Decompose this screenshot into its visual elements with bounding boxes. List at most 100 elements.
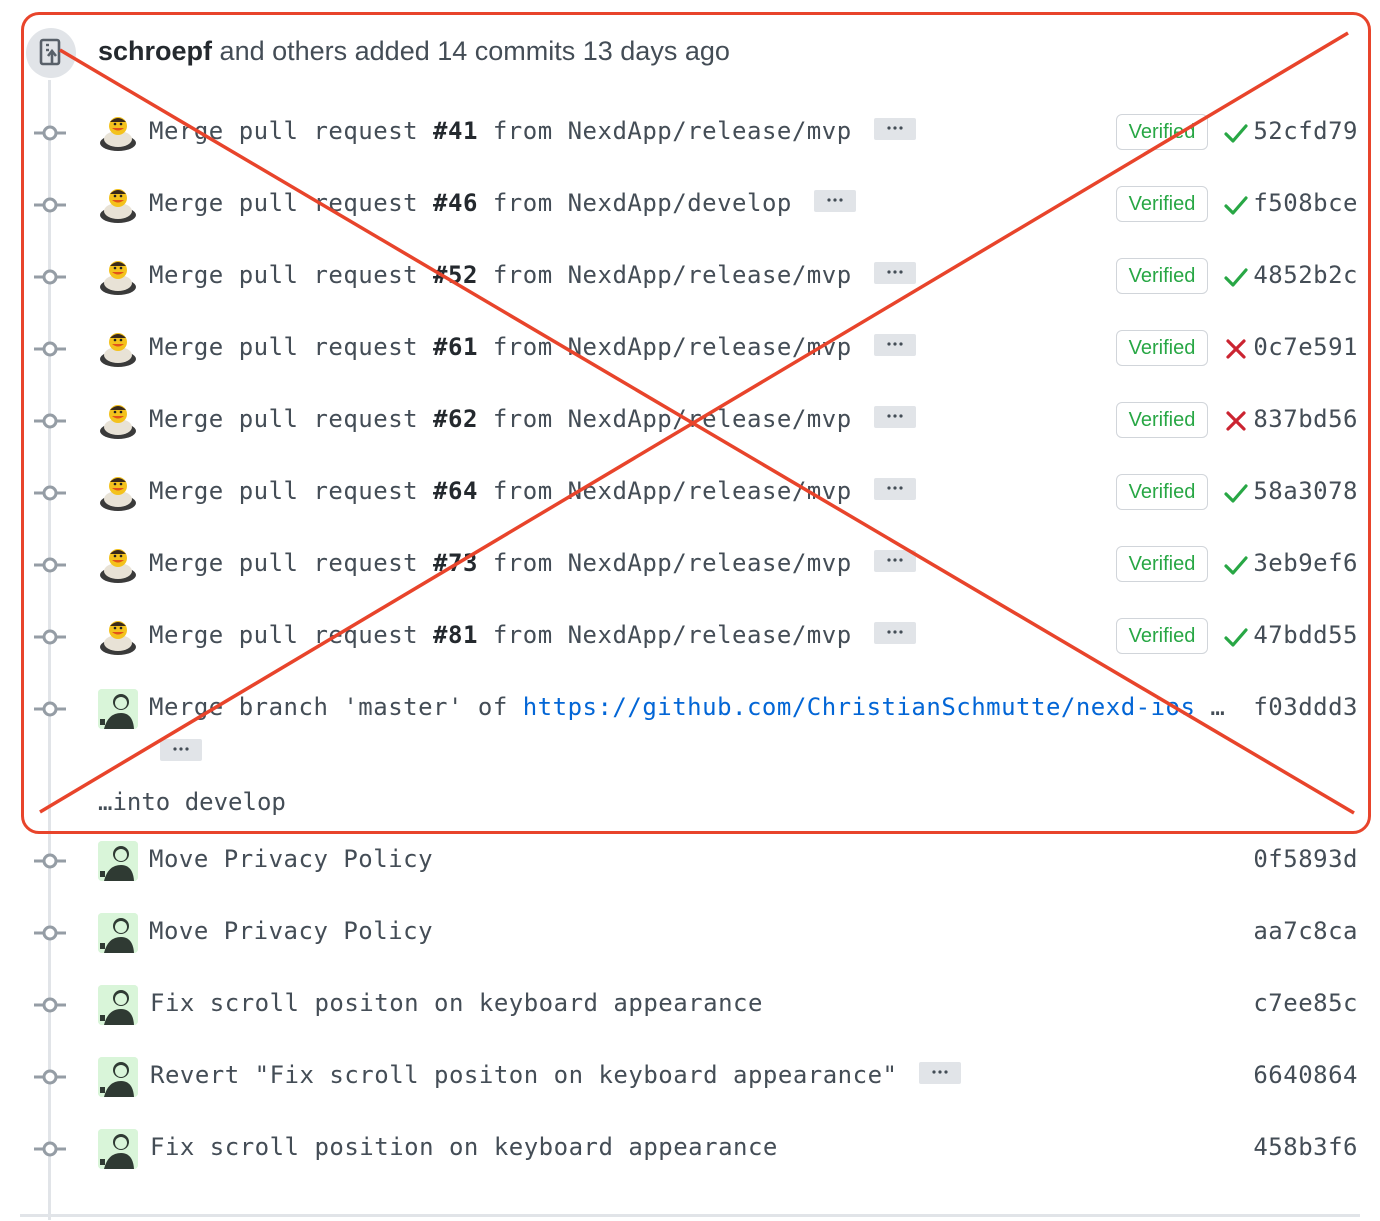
repository-url-link[interactable]: https://github.com/ChristianSchmutte/nex… xyxy=(523,693,1196,721)
commit-message: Merge pull request #41 from NexdApp/rele… xyxy=(149,117,916,145)
avatar[interactable] xyxy=(98,185,138,225)
commit-sha-link[interactable]: 47bdd55 xyxy=(1253,621,1358,649)
commit-message-link[interactable]: from NexdApp/develop xyxy=(478,189,792,217)
commit-sha-link[interactable]: f03ddd3 xyxy=(1253,693,1358,721)
commit-message-link[interactable]: from NexdApp/release/mvp xyxy=(478,621,852,649)
avatar[interactable] xyxy=(98,257,138,297)
git-commit-icon xyxy=(34,1136,66,1162)
avatar[interactable] xyxy=(98,1057,138,1097)
commit-sha-link[interactable]: 58a3078 xyxy=(1253,477,1358,505)
kebab-horizontal-icon[interactable] xyxy=(873,622,916,644)
commit-message-continuation: …into develop xyxy=(98,788,286,816)
commit-sha-link[interactable]: 0f5893d xyxy=(1253,845,1358,873)
commit-message-link[interactable]: from NexdApp/release/mvp xyxy=(478,549,852,577)
kebab-horizontal-icon[interactable] xyxy=(873,406,916,428)
commit-sha-link[interactable]: c7ee85c xyxy=(1253,989,1358,1017)
commit-message-link[interactable]: Merge pull request xyxy=(149,261,433,289)
kebab-horizontal-icon[interactable] xyxy=(873,478,916,500)
commit-message-link[interactable]: Merge branch 'master' of xyxy=(149,693,523,721)
verified-badge[interactable]: Verified xyxy=(1116,618,1208,654)
kebab-horizontal-icon[interactable] xyxy=(873,334,916,356)
x-icon[interactable] xyxy=(1223,336,1249,362)
check-icon[interactable] xyxy=(1223,480,1249,506)
commit-message-link[interactable]: Move Privacy Policy xyxy=(149,917,433,945)
avatar[interactable] xyxy=(98,617,138,657)
avatar[interactable] xyxy=(98,473,138,513)
kebab-horizontal-icon[interactable] xyxy=(873,262,916,284)
repo-push-icon xyxy=(26,28,76,78)
pull-request-link[interactable]: #46 xyxy=(433,189,478,217)
commit-message-link[interactable]: Fix scroll positon on keyboard appearanc… xyxy=(150,989,763,1017)
commit-message-link[interactable]: Move Privacy Policy xyxy=(149,845,433,873)
commit-message-link[interactable]: Merge pull request xyxy=(149,405,433,433)
avatar[interactable] xyxy=(98,841,138,881)
kebab-horizontal-icon[interactable] xyxy=(919,1062,962,1084)
verified-badge[interactable]: Verified xyxy=(1116,330,1208,366)
git-commit-icon xyxy=(34,408,66,434)
kebab-horizontal-icon[interactable] xyxy=(813,190,856,212)
git-commit-icon xyxy=(34,1064,66,1090)
avatar[interactable] xyxy=(98,329,138,369)
expand-message-button[interactable] xyxy=(160,739,202,761)
avatar[interactable] xyxy=(98,401,138,441)
pull-request-link[interactable]: #64 xyxy=(433,477,478,505)
commit-message-link[interactable]: from NexdApp/release/mvp xyxy=(478,117,852,145)
git-commit-icon xyxy=(34,624,66,650)
verified-badge[interactable]: Verified xyxy=(1116,114,1208,150)
commit-message-link[interactable]: from NexdApp/release/mvp xyxy=(478,261,852,289)
pull-request-link[interactable]: #81 xyxy=(433,621,478,649)
commit-message: Merge pull request #46 from NexdApp/deve… xyxy=(149,189,856,217)
check-icon[interactable] xyxy=(1223,552,1249,578)
commit-message-link[interactable]: from NexdApp/release/mvp xyxy=(478,477,852,505)
commit-sha-link[interactable]: 52cfd79 xyxy=(1253,117,1358,145)
commit-message-link[interactable]: from NexdApp/release/mvp xyxy=(478,333,852,361)
git-commit-icon xyxy=(34,192,66,218)
x-icon[interactable] xyxy=(1223,408,1249,434)
kebab-horizontal-icon[interactable] xyxy=(873,550,916,572)
check-icon[interactable] xyxy=(1223,192,1249,218)
commit-message: Merge pull request #73 from NexdApp/rele… xyxy=(149,549,916,577)
check-icon[interactable] xyxy=(1223,624,1249,650)
commit-sha-link[interactable]: 6640864 xyxy=(1253,1061,1358,1089)
commit-message: Move Privacy Policy xyxy=(149,845,433,873)
verified-badge[interactable]: Verified xyxy=(1116,186,1208,222)
commit-sha-link[interactable]: 0c7e591 xyxy=(1253,333,1358,361)
avatar[interactable] xyxy=(98,113,138,153)
commit-sha-link[interactable]: 4852b2c xyxy=(1253,261,1358,289)
avatar[interactable] xyxy=(98,545,138,585)
pull-request-link[interactable]: #52 xyxy=(433,261,478,289)
commit-message-link[interactable]: Merge pull request xyxy=(149,189,433,217)
commit-message-link[interactable]: Merge pull request xyxy=(149,621,433,649)
commit-message-link[interactable]: Fix scroll position on keyboard appearan… xyxy=(150,1133,778,1161)
check-icon[interactable] xyxy=(1223,120,1249,146)
check-icon[interactable] xyxy=(1223,264,1249,290)
commit-message-link[interactable]: Merge pull request xyxy=(149,333,433,361)
commit-message-link[interactable]: Merge pull request xyxy=(149,117,433,145)
author-link[interactable]: schroepf xyxy=(98,36,212,66)
commit-message-link[interactable]: Revert "Fix scroll positon on keyboard a… xyxy=(150,1061,897,1089)
verified-badge[interactable]: Verified xyxy=(1116,258,1208,294)
commit-sha-link[interactable]: aa7c8ca xyxy=(1253,917,1358,945)
commit-sha-link[interactable]: 458b3f6 xyxy=(1253,1133,1358,1161)
avatar[interactable] xyxy=(98,1129,138,1169)
verified-badge[interactable]: Verified xyxy=(1116,474,1208,510)
git-commit-icon xyxy=(34,552,66,578)
commit-sha-link[interactable]: 3eb9ef6 xyxy=(1253,549,1358,577)
pull-request-link[interactable]: #73 xyxy=(433,549,478,577)
avatar[interactable] xyxy=(98,985,138,1025)
pull-request-link[interactable]: #62 xyxy=(433,405,478,433)
avatar[interactable] xyxy=(98,913,138,953)
commit-sha-link[interactable]: 837bd56 xyxy=(1253,405,1358,433)
avatar[interactable] xyxy=(98,689,138,729)
verified-badge[interactable]: Verified xyxy=(1116,546,1208,582)
kebab-horizontal-icon[interactable] xyxy=(873,118,916,140)
commit-sha-link[interactable]: f508bce xyxy=(1253,189,1358,217)
commit-row: Merge branch 'master' of https://github.… xyxy=(0,689,1380,781)
commit-message-link[interactable]: Merge pull request xyxy=(149,549,433,577)
pull-request-link[interactable]: #61 xyxy=(433,333,478,361)
verified-badge[interactable]: Verified xyxy=(1116,402,1208,438)
commit-message-link[interactable]: Merge pull request xyxy=(149,477,433,505)
pull-request-link[interactable]: #41 xyxy=(433,117,478,145)
commit-message-link[interactable]: from NexdApp/release/mvp xyxy=(478,405,852,433)
git-commit-icon xyxy=(34,920,66,946)
